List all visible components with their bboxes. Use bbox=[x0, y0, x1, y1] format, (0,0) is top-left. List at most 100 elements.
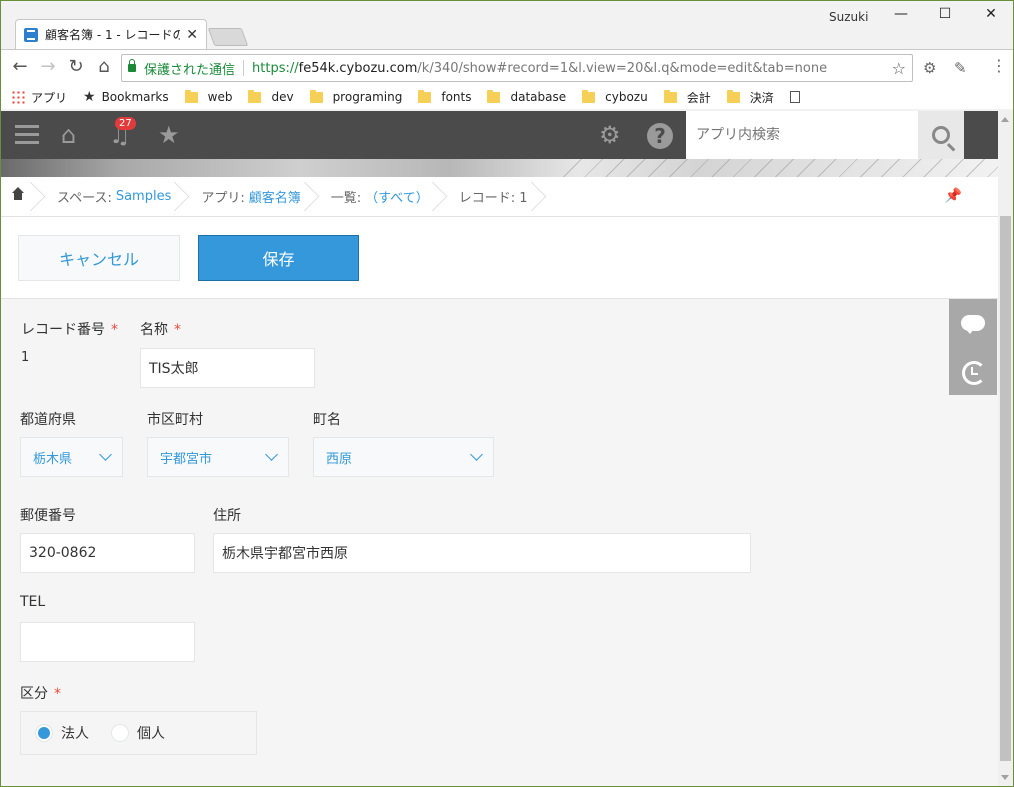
new-tab-button[interactable] bbox=[207, 28, 249, 46]
extension-puzzle-icon[interactable]: ✎ bbox=[954, 59, 967, 77]
tab-strip: 顧客名簿 - 1 - レコードの詳 ✕ Suzuki — ☐ ✕ bbox=[1, 1, 1013, 49]
label-text: 区分 bbox=[20, 686, 48, 702]
city-select[interactable]: 宇都宮市 bbox=[147, 437, 289, 477]
bookmark-apps[interactable]: アプリ bbox=[11, 89, 67, 106]
app-search-input[interactable] bbox=[686, 111, 918, 159]
bookmark-folder[interactable]: database bbox=[487, 89, 567, 104]
select-value: 西原 bbox=[326, 451, 353, 467]
extension-gear-icon[interactable]: ⚙ bbox=[923, 59, 936, 77]
radio-selected-icon[interactable] bbox=[35, 724, 53, 742]
menu-kebab-icon[interactable]: ⋮ bbox=[991, 56, 1007, 75]
bookmark-folder[interactable]: 決済 bbox=[726, 89, 774, 106]
zip-label: 郵便番号 bbox=[20, 508, 76, 524]
breadcrumb-record-label: レコード: 1 bbox=[458, 191, 528, 206]
scroll-up-arrow-icon[interactable] bbox=[1001, 117, 1009, 122]
cancel-button[interactable]: キャンセル bbox=[18, 235, 180, 281]
prefecture-label: 都道府県 bbox=[20, 412, 76, 428]
breadcrumb-space-link[interactable]: Samples bbox=[116, 189, 172, 204]
help-question-icon[interactable]: ? bbox=[647, 123, 673, 149]
scroll-thumb[interactable] bbox=[1000, 216, 1011, 761]
tel-input[interactable] bbox=[20, 622, 195, 662]
chevron-down-icon bbox=[470, 448, 483, 461]
favorites-star-icon[interactable]: ★ bbox=[158, 121, 180, 149]
breadcrumb-prefix: アプリ: bbox=[201, 191, 245, 206]
bookmark-star-icon[interactable]: ☆ bbox=[892, 59, 906, 78]
bookmark-label: dev bbox=[271, 90, 294, 104]
page-scrollbar[interactable] bbox=[998, 111, 1013, 786]
bookmark-folder[interactable]: web bbox=[184, 89, 233, 104]
bookmark-folder[interactable]: fonts bbox=[418, 89, 471, 104]
zip-input[interactable]: 320-0862 bbox=[20, 533, 195, 573]
bookmark-folder[interactable]: cybozu bbox=[582, 89, 648, 104]
required-mark: * bbox=[111, 322, 118, 338]
home-icon[interactable]: ⌂ bbox=[93, 57, 115, 77]
menu-hamburger-icon[interactable] bbox=[15, 125, 39, 145]
radio-option-individual[interactable]: 個人 bbox=[111, 723, 165, 743]
chevron-down-icon bbox=[265, 448, 278, 461]
bookmark-bookmarks[interactable]: ★ Bookmarks bbox=[83, 89, 169, 105]
search-button[interactable] bbox=[918, 111, 964, 159]
minimize-icon[interactable]: — bbox=[886, 6, 916, 22]
address-input[interactable]: 栃木県宇都宮市西原 bbox=[213, 533, 751, 573]
city-label: 市区町村 bbox=[147, 412, 203, 428]
action-bar: キャンセル 保存 bbox=[1, 217, 998, 299]
folder-icon bbox=[663, 89, 677, 103]
apps-grid-icon bbox=[11, 90, 25, 104]
url-host: fe54k.cybozu.com bbox=[298, 60, 418, 76]
record-number-value: 1 bbox=[21, 350, 30, 365]
bookmarks-bar: アプリ ★ Bookmarks web dev programing fonts… bbox=[1, 85, 1013, 109]
folder-icon bbox=[726, 89, 740, 103]
town-label: 町名 bbox=[313, 412, 341, 428]
maximize-icon[interactable]: ☐ bbox=[930, 6, 960, 22]
url-path: /k/340/show#record=1&l.view=20&l.q&mode=… bbox=[417, 60, 828, 76]
bookmark-folder[interactable]: dev bbox=[248, 89, 294, 104]
divider bbox=[243, 60, 245, 76]
url-scheme: https:// bbox=[252, 60, 299, 76]
select-value: 宇都宮市 bbox=[160, 451, 213, 467]
bookmark-label: database bbox=[510, 90, 567, 104]
breadcrumb-prefix: 一覧: bbox=[330, 191, 362, 206]
forward-arrow-icon[interactable]: → bbox=[37, 57, 59, 77]
label-text: レコード番号 bbox=[21, 322, 105, 338]
radio-option-corporate[interactable]: 法人 bbox=[35, 723, 89, 743]
notification-badge: 27 bbox=[115, 117, 136, 130]
pin-icon[interactable]: 📌 bbox=[945, 188, 962, 204]
bookmark-folder[interactable]: programing bbox=[309, 89, 402, 104]
prefecture-select[interactable]: 栃木県 bbox=[20, 437, 123, 477]
breadcrumb-record: レコード: 1 bbox=[441, 177, 540, 217]
banner-pattern bbox=[561, 159, 998, 177]
comment-bubble-icon[interactable] bbox=[961, 311, 985, 335]
save-button[interactable]: 保存 bbox=[198, 235, 359, 281]
browser-toolbar: ← → ↻ ⌂ 保護された通信 https:// fe54k.cybozu.co… bbox=[1, 49, 1013, 85]
breadcrumb-space: スペース: Samples bbox=[39, 177, 183, 217]
browser-window: 顧客名簿 - 1 - レコードの詳 ✕ Suzuki — ☐ ✕ ← → ↻ ⌂… bbox=[0, 0, 1014, 787]
browser-tab[interactable]: 顧客名簿 - 1 - レコードの詳 ✕ bbox=[15, 19, 207, 49]
category-radio-group: 法人 個人 bbox=[20, 711, 257, 755]
tab-close-icon[interactable]: ✕ bbox=[186, 27, 198, 43]
folder-icon bbox=[487, 89, 501, 103]
settings-gear-icon[interactable]: ⚙ bbox=[599, 121, 621, 149]
bookmark-label: cybozu bbox=[605, 90, 648, 104]
town-select[interactable]: 西原 bbox=[313, 437, 494, 477]
breadcrumb-home[interactable] bbox=[1, 177, 39, 217]
reload-icon[interactable]: ↻ bbox=[65, 57, 87, 77]
name-input[interactable]: TIS太郎 bbox=[140, 348, 315, 388]
scroll-down-arrow-icon[interactable] bbox=[1001, 775, 1009, 780]
bookmark-folder[interactable]: 会計 bbox=[663, 89, 711, 106]
back-arrow-icon[interactable]: ← bbox=[9, 57, 31, 77]
radio-unselected-icon[interactable] bbox=[111, 724, 129, 742]
breadcrumb: スペース: Samples アプリ: 顧客名簿 一覧: （すべて） レコード: … bbox=[1, 177, 998, 217]
breadcrumb-app-link[interactable]: 顧客名簿 bbox=[249, 187, 301, 206]
bookmark-label: web bbox=[207, 90, 233, 104]
folder-icon bbox=[184, 89, 198, 103]
portal-home-icon[interactable]: ⌂ bbox=[61, 121, 76, 149]
address-bar[interactable]: 保護された通信 https:// fe54k.cybozu.com /k/340… bbox=[121, 54, 913, 82]
window-close-icon[interactable]: ✕ bbox=[976, 6, 1006, 22]
profile-name[interactable]: Suzuki bbox=[829, 10, 868, 24]
kintone-favicon-icon bbox=[24, 27, 38, 42]
history-clock-icon[interactable] bbox=[961, 360, 986, 385]
folder-icon bbox=[309, 89, 323, 103]
breadcrumb-list-link[interactable]: （すべて） bbox=[365, 187, 429, 206]
breadcrumb-app: アプリ: 顧客名簿 bbox=[183, 177, 312, 217]
bookmark-page[interactable] bbox=[789, 91, 800, 103]
